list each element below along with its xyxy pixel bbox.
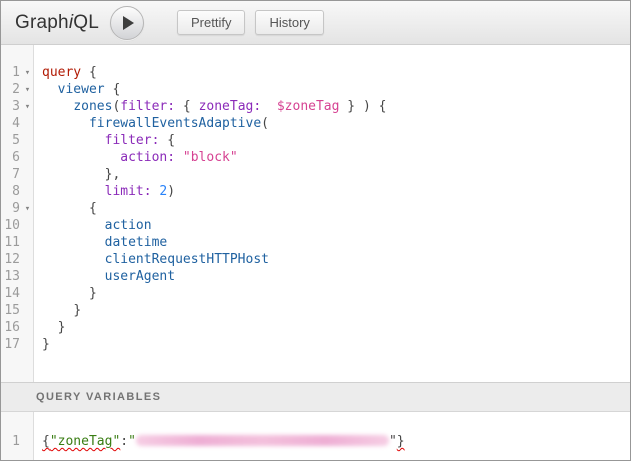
code-line[interactable]: 6 action: "block" xyxy=(1,149,630,166)
line-number: 14 xyxy=(1,285,20,302)
graphiql-logo: GraphiQL xyxy=(15,12,99,34)
fold-arrow-icon[interactable]: ▾ xyxy=(25,102,30,112)
fold-arrow-icon[interactable]: ▾ xyxy=(25,85,30,95)
code-token: viewer xyxy=(58,82,113,97)
history-button[interactable]: History xyxy=(255,10,323,35)
code-line[interactable]: 16 } xyxy=(1,319,630,336)
prettify-button[interactable]: Prettify xyxy=(177,10,245,35)
code-line[interactable]: 8 limit: 2) xyxy=(1,183,630,200)
code-token: { xyxy=(159,133,175,148)
code-token: } xyxy=(397,434,405,449)
code-token: "zoneTag" xyxy=(50,434,120,449)
code-token: { xyxy=(89,65,97,80)
code-token: } xyxy=(58,320,66,335)
line-number: 11 xyxy=(1,234,20,251)
line-number: 5 xyxy=(1,132,20,149)
code-line[interactable]: 17} xyxy=(1,336,630,353)
line-number: 1 xyxy=(1,433,20,450)
code-token: }, xyxy=(105,167,121,182)
line-number: 9 xyxy=(1,200,20,217)
code-token xyxy=(175,150,183,165)
line-number: 16 xyxy=(1,319,20,336)
code-line[interactable]: 14 } xyxy=(1,285,630,302)
code-token: filter: xyxy=(105,133,160,148)
code-line[interactable]: 11 datetime xyxy=(1,234,630,251)
code-token: { xyxy=(89,201,97,216)
line-number: 6 xyxy=(1,149,20,166)
code-line[interactable]: 3▾ zones(filter: { zoneTag: $zoneTag } )… xyxy=(1,98,630,115)
code-token: ) xyxy=(167,184,175,199)
code-token: query xyxy=(42,65,89,80)
code-line[interactable]: 5 filter: { xyxy=(1,132,630,149)
code-token: userAgent xyxy=(105,269,175,284)
code-line[interactable]: 15 } xyxy=(1,302,630,319)
line-number: 8 xyxy=(1,183,20,200)
code-token: action xyxy=(105,218,152,233)
variables-editor[interactable]: 1{"zoneTag":""} xyxy=(1,412,630,460)
line-number: 7 xyxy=(1,166,20,183)
code-line[interactable]: 2 ▾ viewer { xyxy=(1,81,630,98)
code-line[interactable]: 12 clientRequestHTTPHost xyxy=(1,251,630,268)
code-token: zones xyxy=(73,99,112,114)
code-token: } xyxy=(89,286,97,301)
code-token: { xyxy=(112,82,120,97)
code-token: ( xyxy=(261,116,269,131)
line-number: 17 xyxy=(1,336,20,353)
code-line[interactable]: 13 userAgent xyxy=(1,268,630,285)
code-token: { xyxy=(175,99,198,114)
code-token: } ) { xyxy=(339,99,386,114)
code-token: : xyxy=(120,434,128,449)
code-line[interactable]: 7 }, xyxy=(1,166,630,183)
topbar: GraphiQL Prettify History xyxy=(1,1,630,45)
fold-arrow-icon[interactable]: ▾ xyxy=(25,68,30,78)
code-token: " xyxy=(128,434,136,449)
code-line[interactable]: 1 ▾ query { xyxy=(1,64,630,81)
line-number: 2 xyxy=(1,81,20,98)
code-token: datetime xyxy=(105,235,168,250)
toolbar: Prettify History xyxy=(177,10,324,35)
code-token: zoneTag: xyxy=(199,99,262,114)
query-variables-title: QUERY VARIABLES xyxy=(36,391,161,403)
code-token xyxy=(261,99,277,114)
graphiql-app: GraphiQL Prettify History 1 ▾ query {2 ▾ vi… xyxy=(0,0,631,461)
line-number: 13 xyxy=(1,268,20,285)
code-token: } xyxy=(73,303,81,318)
line-number: 12 xyxy=(1,251,20,268)
redacted-zone-tag-value xyxy=(136,435,389,446)
line-number: 1 xyxy=(1,64,20,81)
code-token: { xyxy=(42,434,50,449)
query-editor[interactable]: 1 ▾ query {2 ▾ viewer {3 ▾ zones ( filter: { z… xyxy=(1,45,630,382)
code-token: action: xyxy=(120,150,175,165)
code-token: " xyxy=(389,434,397,449)
code-token: firewallEventsAdaptive xyxy=(89,116,261,131)
code-line[interactable]: 10 action xyxy=(1,217,630,234)
code-token: limit: xyxy=(105,184,152,199)
code-line[interactable]: 9 ▾ { xyxy=(1,200,630,217)
code-line[interactable]: 4 firewallEventsAdaptive( xyxy=(1,115,630,132)
line-number: 10 xyxy=(1,217,20,234)
code-line[interactable]: 1{"zoneTag":""} xyxy=(1,433,630,450)
code-token: $zoneTag xyxy=(277,99,340,114)
fold-arrow-icon[interactable]: ▾ xyxy=(25,204,30,214)
play-icon xyxy=(123,16,134,30)
code-token: "block" xyxy=(183,150,238,165)
code-token: filter: xyxy=(120,99,175,114)
code-token: } xyxy=(42,337,50,352)
line-number: 4 xyxy=(1,115,20,132)
query-variables-header[interactable]: QUERY VARIABLES xyxy=(1,382,630,412)
line-number: 3 xyxy=(1,98,20,115)
line-number: 15 xyxy=(1,302,20,319)
execute-button[interactable] xyxy=(110,6,144,40)
code-token: clientRequestHTTPHost xyxy=(105,252,269,267)
